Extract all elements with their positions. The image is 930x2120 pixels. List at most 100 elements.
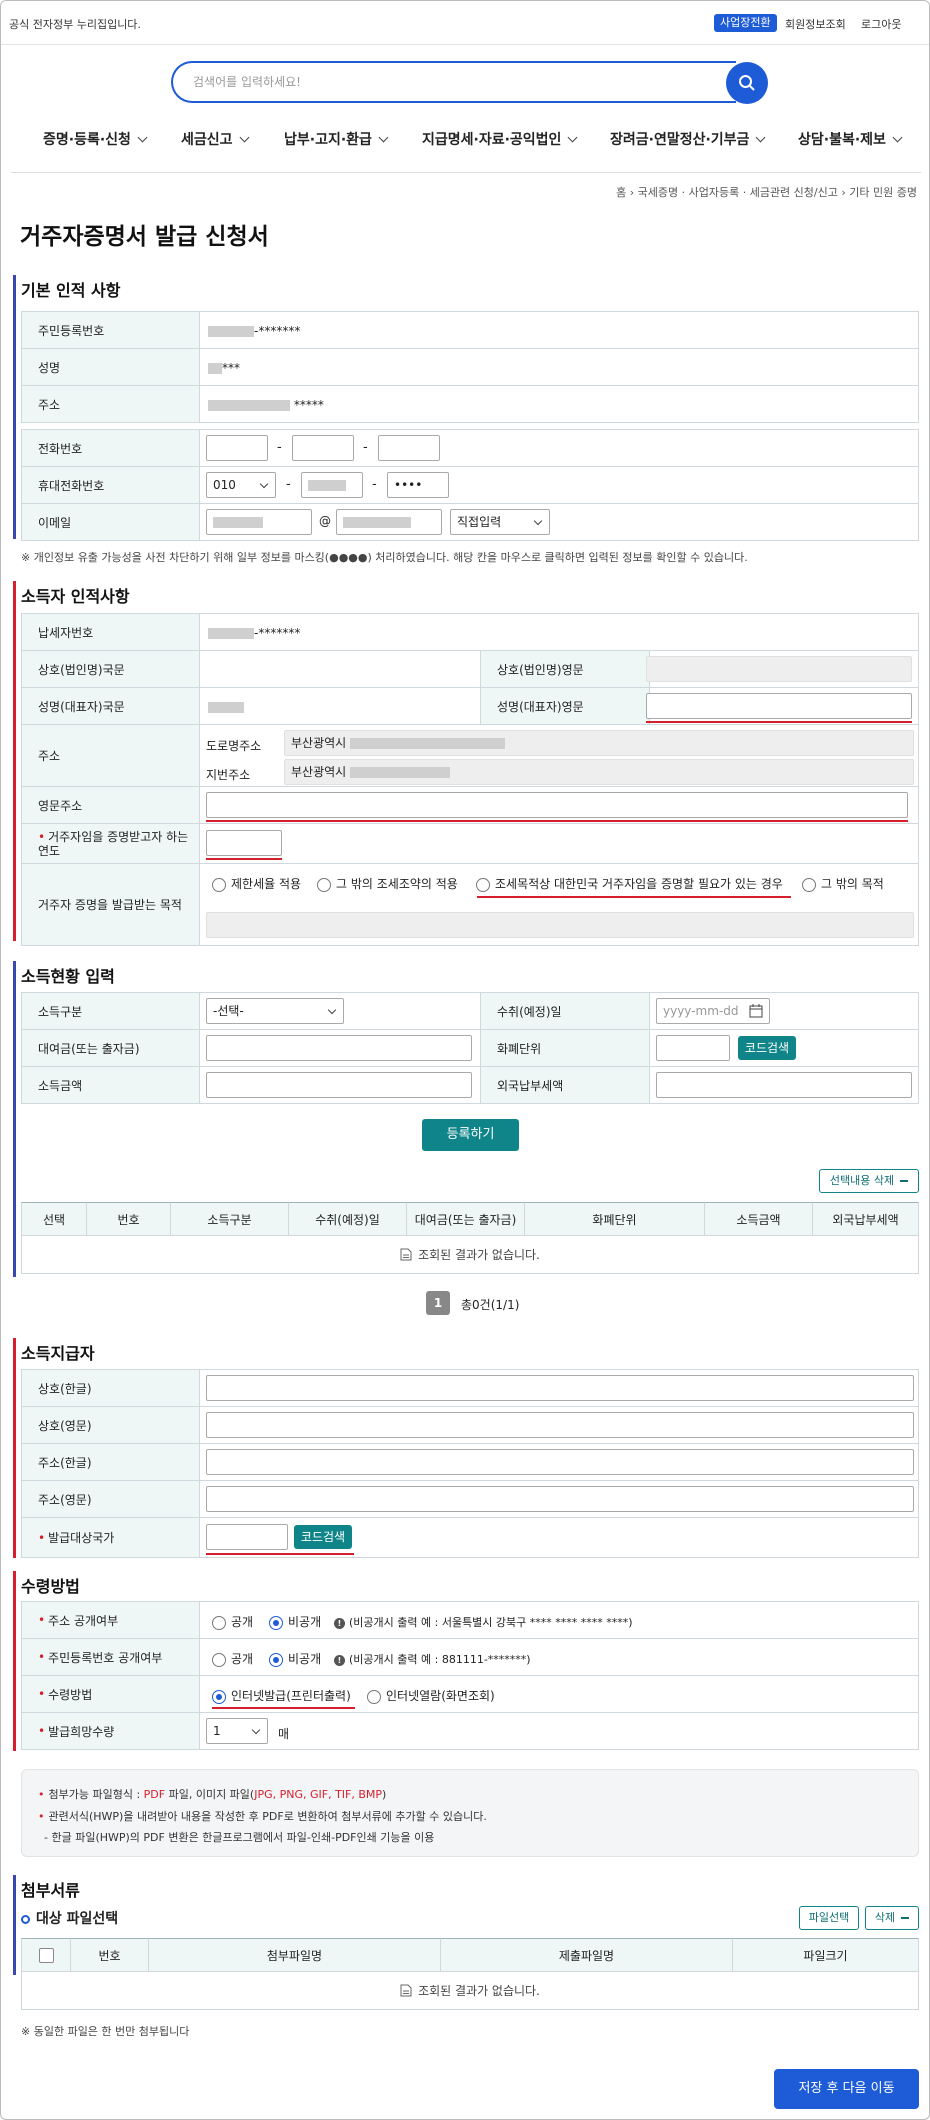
phone-input-1[interactable] bbox=[206, 435, 268, 461]
purpose-radio-1[interactable]: 제한세율 적용 bbox=[212, 875, 301, 892]
total-count: 총0건(1/1) bbox=[461, 1298, 520, 1312]
payer-name-kr-label: 상호(한글) bbox=[22, 1370, 200, 1406]
currency-input[interactable] bbox=[656, 1035, 730, 1061]
income-amount-input[interactable] bbox=[206, 1072, 472, 1098]
mobile-input-3[interactable]: •••• bbox=[387, 472, 449, 498]
col-currency: 화폐단위 bbox=[525, 1202, 705, 1236]
rep-en-input[interactable] bbox=[646, 693, 912, 719]
search-input[interactable]: 검색어를 입력하세요! bbox=[171, 61, 736, 103]
method-internet-print-radio[interactable]: 인터넷발급(프린터출력) bbox=[212, 1687, 351, 1704]
payer-addr-en-input[interactable] bbox=[206, 1486, 914, 1512]
name-row: 성명 *** bbox=[21, 349, 919, 386]
col-date: 수취(예정)일 bbox=[289, 1202, 407, 1236]
phone-input-2[interactable] bbox=[292, 435, 354, 461]
email-row: 이메일 @ 직접입력 bbox=[21, 504, 919, 541]
amount-input[interactable] bbox=[206, 1035, 472, 1061]
mobile-input-2[interactable] bbox=[301, 472, 363, 498]
logout-link[interactable]: 로그아웃 bbox=[861, 16, 901, 32]
search-icon bbox=[739, 75, 755, 91]
phone-row: 전화번호 - - bbox=[21, 430, 919, 467]
save-next-button[interactable]: 저장 후 다음 이동 bbox=[774, 2069, 919, 2109]
rrn-open-label: • 주민등록번호 공개여부 bbox=[22, 1639, 200, 1675]
breadcrumb-item[interactable]: 기타 민원 증명 bbox=[849, 186, 917, 199]
biz-switch-button[interactable]: 사업장전환 bbox=[714, 14, 777, 32]
gnb-item-incentive[interactable]: 장려금·연말정산·기부금 bbox=[610, 129, 766, 149]
rrn-value[interactable]: -******* bbox=[208, 324, 300, 338]
search-button[interactable] bbox=[726, 62, 768, 104]
register-button[interactable]: 등록하기 bbox=[422, 1119, 519, 1151]
col-select: 선택 bbox=[21, 1202, 87, 1236]
payer-addr-kr-input[interactable] bbox=[206, 1449, 914, 1475]
member-info-link[interactable]: 회원정보조회 bbox=[785, 16, 846, 32]
chevron-down-icon bbox=[378, 132, 389, 143]
breadcrumb-home[interactable]: 홈 bbox=[616, 186, 626, 199]
delete-selected-button[interactable]: 선택내용 삭제 bbox=[819, 1169, 919, 1193]
purpose-radio-4[interactable]: 그 밖의 목적 bbox=[802, 875, 884, 892]
rep-name-row: 성명(대표자)국문 성명(대표자)영문 bbox=[21, 688, 919, 725]
rep-en-label: 성명(대표자)영문 bbox=[480, 688, 650, 724]
section-bar bbox=[13, 275, 16, 539]
addr-closed-radio[interactable]: 비공개 bbox=[269, 1613, 321, 1630]
gnb-item-cert[interactable]: 증명·등록·신청 bbox=[43, 129, 148, 149]
phone-input-3[interactable] bbox=[378, 435, 440, 461]
gnb-item-payment[interactable]: 납부·고지·환급 bbox=[284, 129, 389, 149]
email-domain-select[interactable]: 직접입력 bbox=[450, 509, 550, 535]
count-select[interactable]: 1 bbox=[206, 1718, 268, 1744]
payer-addr-kr-row: 주소(한글) bbox=[21, 1444, 919, 1481]
rrn-label: 주민등록번호 bbox=[22, 312, 200, 348]
calendar-icon[interactable] bbox=[749, 1004, 763, 1018]
gnb-item-statement[interactable]: 지급명세·자료·공익법인 bbox=[422, 129, 578, 149]
address-value[interactable]: ***** bbox=[208, 398, 324, 412]
count-unit: 매 bbox=[278, 1727, 290, 1741]
file-delete-button[interactable]: 삭제 bbox=[865, 1906, 919, 1930]
mobile-row: 휴대전화번호 010 - - •••• bbox=[21, 467, 919, 504]
country-code-search-button[interactable]: 코드검색 bbox=[294, 1525, 352, 1549]
country-input[interactable] bbox=[206, 1524, 288, 1550]
count-row: • 발급희망수량 1 매 bbox=[21, 1713, 919, 1750]
en-address-row: 영문주소 bbox=[21, 787, 919, 824]
col-no: 번호 bbox=[87, 1202, 171, 1236]
year-input[interactable] bbox=[206, 830, 282, 856]
rep-kr-label: 성명(대표자)국문 bbox=[22, 688, 200, 724]
payer-addr-kr-label: 주소(한글) bbox=[22, 1444, 200, 1480]
attachment-info-box: • 첨부가능 파일형식 : PDF 파일, 이미지 파일(JPG, PNG, GI… bbox=[21, 1769, 919, 1857]
payer-name-kr-input[interactable] bbox=[206, 1375, 914, 1401]
attach-title: 첨부서류 bbox=[21, 1881, 80, 1900]
addr-open-radio[interactable]: 공개 bbox=[212, 1613, 253, 1630]
method-internet-view-radio[interactable]: 인터넷열람(화면조회) bbox=[367, 1687, 495, 1704]
corp-name-row: 상호(법인명)국문 상호(법인명)영문 bbox=[21, 651, 919, 688]
file-select-button[interactable]: 파일선택 bbox=[799, 1906, 859, 1930]
currency-code-search-button[interactable]: 코드검색 bbox=[738, 1036, 796, 1060]
purpose-radio-3[interactable]: 조세목적상 대한민국 거주자임을 증명할 필요가 있는 경우 bbox=[476, 875, 783, 892]
email-domain-input[interactable] bbox=[336, 509, 442, 535]
road-address-label: 도로명주소 bbox=[206, 739, 262, 753]
select-all-checkbox[interactable] bbox=[38, 1947, 54, 1963]
kind-select[interactable]: -선택- bbox=[206, 998, 344, 1024]
address-label: 주소 bbox=[22, 386, 200, 422]
page-number-button[interactable]: 1 bbox=[426, 1291, 450, 1315]
name-value[interactable]: *** bbox=[208, 361, 240, 375]
foreign-tax-input[interactable] bbox=[656, 1072, 912, 1098]
tin-label: 납세자번호 bbox=[22, 614, 200, 650]
en-address-input[interactable] bbox=[206, 792, 908, 818]
purpose-label: 거주자 증명을 발급받는 목적 bbox=[22, 864, 200, 945]
addr-hint: ! (비공개시 출력 예 : 서울특별시 강북구 **** **** **** *… bbox=[334, 1614, 633, 1630]
top-bar: 공식 전자정부 누리집입니다. 사업장전환 회원정보조회 로그아웃 bbox=[1, 1, 929, 45]
purpose-radio-2[interactable]: 그 밖의 조세조약의 적용 bbox=[317, 875, 458, 892]
income-person-title: 소득자 인적사항 bbox=[21, 587, 130, 606]
mask-notice: ※ 개인정보 유출 가능성을 사전 차단하기 위해 일부 정보를 마스킹(●●●… bbox=[21, 551, 748, 564]
income-amount-label: 소득금액 bbox=[22, 1067, 200, 1103]
mobile-prefix-select[interactable]: 010 bbox=[206, 472, 276, 498]
date-label: 수취(예정)일 bbox=[480, 993, 650, 1029]
rrn-open-row: • 주민등록번호 공개여부 공개 비공개 ! (비공개시 출력 예 : 881111… bbox=[21, 1639, 919, 1676]
date-input[interactable]: yyyy-mm-dd bbox=[656, 998, 770, 1024]
email-id-input[interactable] bbox=[206, 509, 312, 535]
breadcrumb-item[interactable]: 국세증명 · 사업자등록 · 세금관련 신청/신고 bbox=[638, 186, 838, 199]
gnb-item-consult[interactable]: 상담·불복·제보 bbox=[798, 129, 903, 149]
en-address-label: 영문주소 bbox=[22, 787, 200, 823]
mobile-label: 휴대전화번호 bbox=[22, 467, 200, 503]
payer-name-en-input[interactable] bbox=[206, 1412, 914, 1438]
rrn-open-radio[interactable]: 공개 bbox=[212, 1650, 253, 1667]
gnb-item-tax-report[interactable]: 세금신고 bbox=[181, 129, 249, 149]
rrn-closed-radio[interactable]: 비공개 bbox=[269, 1650, 321, 1667]
